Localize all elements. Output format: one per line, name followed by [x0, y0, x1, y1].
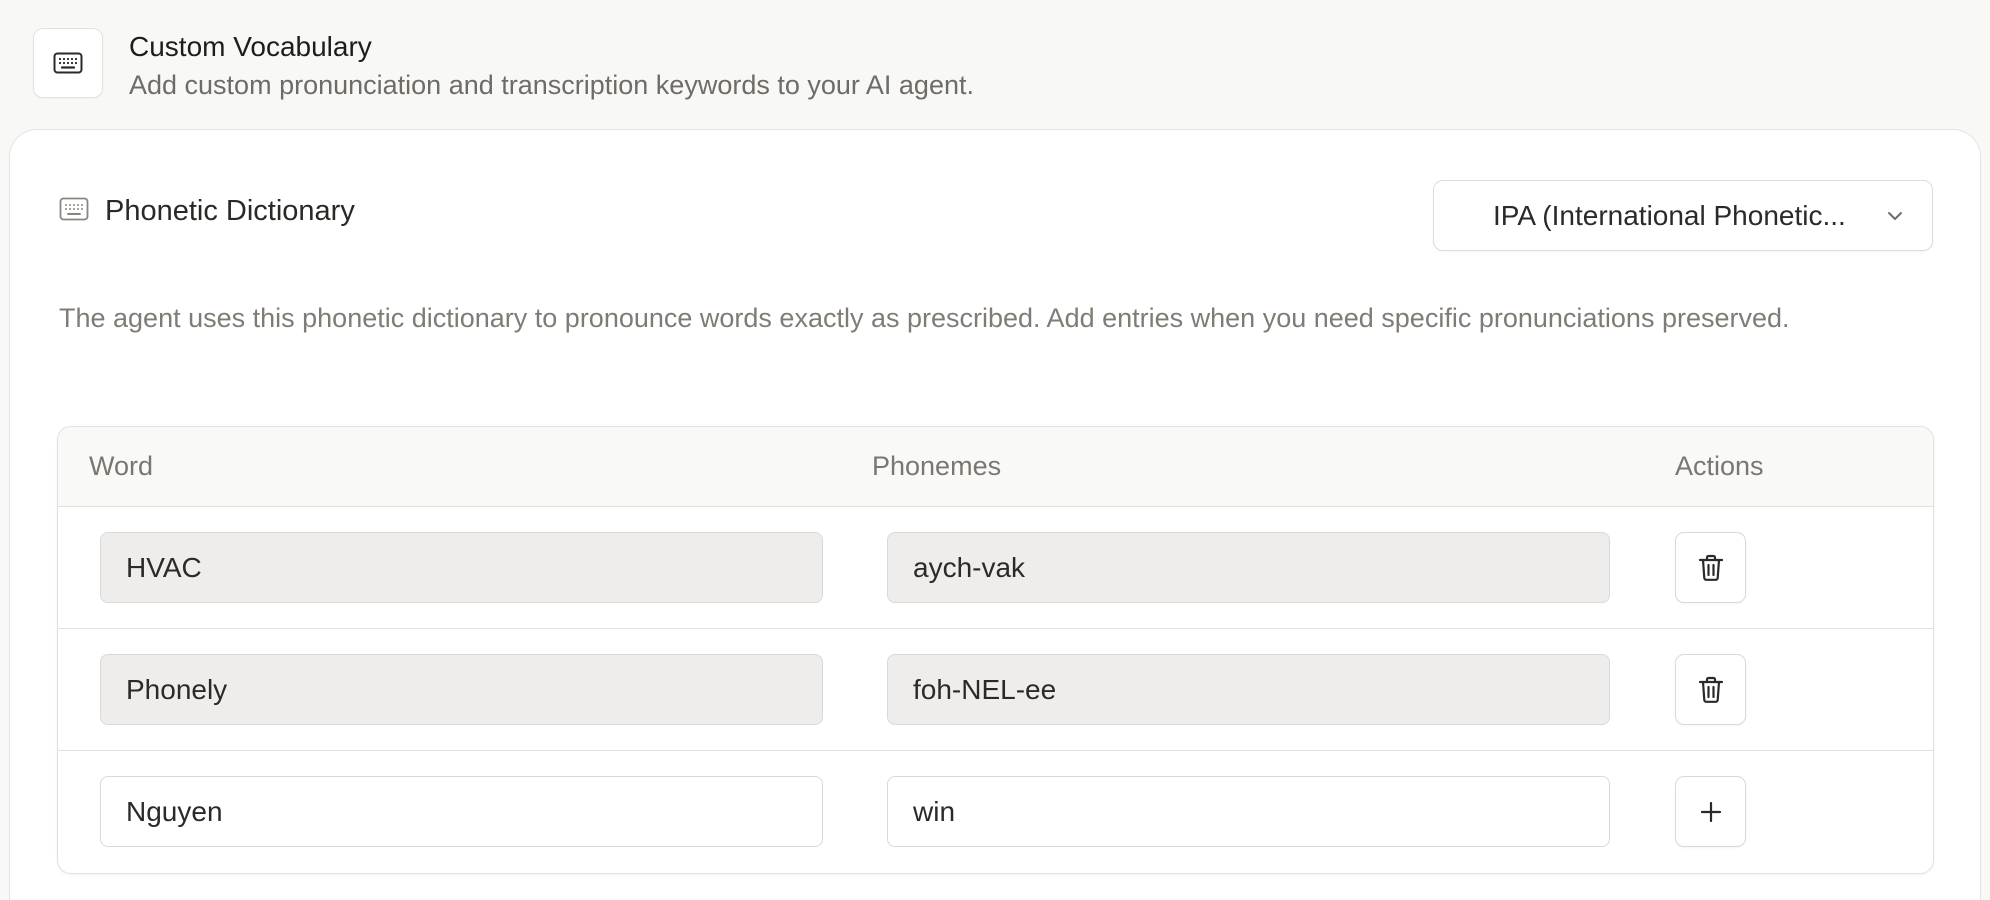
keyboard-icon [59, 197, 89, 226]
column-header-word: Word [89, 451, 154, 481]
trash-icon [1698, 554, 1723, 581]
new-word-input[interactable] [100, 776, 823, 847]
section-header: Custom Vocabulary Add custom pronunciati… [33, 28, 974, 102]
word-field[interactable] [100, 532, 823, 603]
card-title: Phonetic Dictionary [105, 195, 355, 227]
new-entry-row [58, 751, 1933, 873]
section-title: Custom Vocabulary [129, 31, 372, 62]
phonetic-format-select[interactable]: IPA (International Phonetic... [1433, 180, 1933, 251]
column-header-actions: Actions [1675, 451, 1764, 481]
section-header-text: Custom Vocabulary Add custom pronunciati… [129, 28, 974, 102]
add-entry-button[interactable] [1675, 776, 1746, 847]
phonemes-field[interactable] [887, 532, 1610, 603]
word-field[interactable] [100, 654, 823, 725]
keyboard-icon [33, 28, 103, 98]
dictionary-description: The agent uses this phonetic dictionary … [59, 303, 1790, 333]
column-header-phonemes: Phonemes [872, 451, 1002, 481]
card-header: Phonetic Dictionary [59, 195, 355, 228]
chevron-down-icon [1888, 211, 1902, 220]
phonemes-field[interactable] [887, 654, 1610, 725]
trash-icon [1698, 676, 1723, 703]
plus-icon [1700, 801, 1721, 822]
delete-entry-button[interactable] [1675, 532, 1746, 603]
dictionary-table: Word Phonemes Actions [57, 426, 1934, 874]
section-subtitle: Add custom pronunciation and transcripti… [129, 70, 974, 100]
table-row [58, 507, 1933, 629]
table-header: Word Phonemes Actions [58, 427, 1933, 507]
table-row [58, 629, 1933, 751]
phonetic-dictionary-card: Phonetic Dictionary IPA (International P… [9, 129, 1981, 900]
delete-entry-button[interactable] [1675, 654, 1746, 725]
phonetic-format-value: IPA (International Phonetic... [1493, 199, 1846, 231]
page: Custom Vocabulary Add custom pronunciati… [0, 0, 1990, 900]
new-phonemes-input[interactable] [887, 776, 1610, 847]
